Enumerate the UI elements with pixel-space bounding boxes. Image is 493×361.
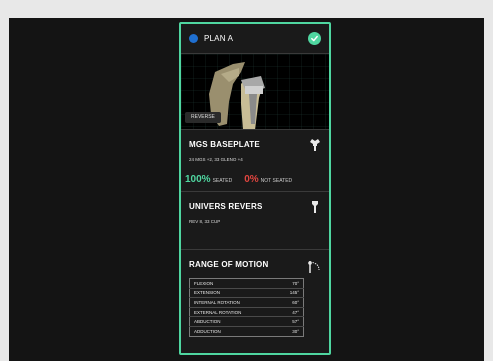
baseplate-implant-icon — [310, 139, 320, 151]
plan-color-dot — [189, 34, 198, 43]
seated-label: SEATED — [212, 178, 233, 184]
table-row: INTERNAL ROTATION 60° — [189, 297, 304, 308]
table-row: EXTENSION 145° — [189, 288, 304, 299]
table-row: ABDUCTION 57° — [189, 316, 304, 327]
rom-value: 57° — [275, 316, 304, 327]
implant-preview-image[interactable]: REVERSE — [181, 54, 329, 130]
table-row: ADDUCTION 30° — [190, 326, 304, 336]
range-of-motion-icon — [308, 261, 320, 273]
humeral-stem-icon — [312, 201, 318, 213]
rom-value: 47° — [275, 307, 304, 318]
rom-value: 60° — [275, 297, 304, 308]
not-seated-percent: 0% — [244, 174, 259, 185]
plan-title: PLAN A — [204, 34, 234, 43]
rom-label: ADDUCTION — [194, 328, 221, 334]
rom-label: FLEXION — [189, 278, 276, 289]
table-row: FLEXION 70° — [189, 278, 304, 289]
rom-label: EXTERNAL ROTATION — [189, 307, 276, 318]
seating-summary: 100% SEATED 0% NOT SEATED — [185, 174, 292, 185]
table-row: EXTERNAL ROTATION 47° — [189, 307, 304, 318]
univers-revers-section[interactable]: UNIVERS REVERS REV 8, 33 CUP — [181, 192, 329, 250]
baseplate-config: 24 MGS +2, 33 GLENO +4 — [189, 157, 243, 162]
rom-label: INTERNAL ROTATION — [189, 297, 276, 308]
rom-title: RANGE OF MOTION — [189, 260, 269, 269]
implant-type-tag: REVERSE — [185, 112, 221, 123]
not-seated-label: NOT SEATED — [260, 178, 293, 184]
baseplate-title: MGS BASEPLATE — [189, 140, 260, 149]
rom-label: EXTENSION — [189, 288, 276, 299]
range-of-motion-section[interactable]: RANGE OF MOTION FLEXION 70° EXTENSION 145°… — [181, 250, 329, 353]
seated-percent: 100% — [185, 174, 211, 185]
rom-table: FLEXION 70° EXTENSION 145° INTERNAL ROTATI… — [189, 278, 304, 337]
plan-header[interactable]: PLAN A — [181, 24, 329, 54]
univers-config: REV 8, 33 CUP — [189, 219, 221, 224]
baseplate-section[interactable]: MGS BASEPLATE 24 MGS +2, 33 GLENO +4 100… — [181, 130, 329, 192]
rom-value: 30° — [292, 328, 299, 334]
rom-value: 145° — [275, 288, 304, 299]
rom-label: ABDUCTION — [189, 316, 276, 327]
check-icon — [308, 32, 321, 45]
univers-title: UNIVERS REVERS — [189, 202, 263, 211]
plan-card[interactable]: PLAN A REVERSE MGS BASEPLATE 24 MGS +2, … — [179, 22, 331, 355]
rom-value: 70° — [275, 278, 304, 289]
app-screen: PLAN A REVERSE MGS BASEPLATE 24 MGS +2, … — [9, 18, 484, 361]
